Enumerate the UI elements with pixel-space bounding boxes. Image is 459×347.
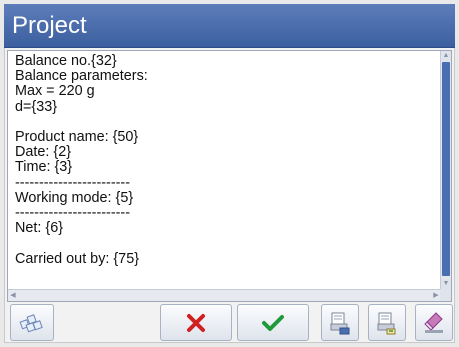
confirm-button[interactable]	[237, 304, 309, 341]
project-text-editor[interactable]: Balance no.{32} Balance parameters: Max = …	[7, 50, 452, 302]
cancel-button[interactable]	[160, 304, 232, 341]
window-title: Project	[4, 4, 455, 48]
import-template-button[interactable]	[368, 304, 406, 341]
bottom-toolbar	[4, 304, 455, 343]
scroll-down-arrow-icon[interactable]: ▼	[441, 279, 451, 289]
template-line: Balance parameters:	[15, 68, 148, 85]
cancel-icon	[187, 313, 205, 332]
scroll-left-arrow-icon[interactable]: ◀	[8, 290, 18, 301]
print-to-pc-icon	[330, 312, 350, 334]
template-line: Carried out by: {75}	[15, 250, 139, 267]
confirm-icon	[262, 314, 284, 331]
template-line: d={33}	[15, 98, 58, 115]
import-template-icon	[377, 312, 396, 334]
horizontal-scrollbar[interactable]: ◀ ▶	[8, 289, 441, 301]
variables-button[interactable]	[10, 304, 54, 341]
template-line: Time: {3}	[15, 159, 73, 176]
template-line: Working mode: {5}	[15, 189, 134, 206]
vertical-scrollbar[interactable]: ▲ ▼	[440, 51, 451, 289]
template-line: Date: {2}	[15, 144, 72, 161]
template-line: ------------------------	[15, 205, 131, 222]
clear-button[interactable]	[415, 304, 453, 341]
template-text-area[interactable]: Balance no.{32} Balance parameters: Max = …	[8, 51, 441, 289]
print-to-pc-button[interactable]	[321, 304, 359, 341]
variables-icon	[19, 313, 43, 332]
template-line: Balance no.{32}	[15, 53, 117, 69]
template-line: Product name: {50}	[15, 129, 139, 146]
clear-eraser-icon	[424, 311, 443, 333]
template-line	[15, 115, 441, 130]
scroll-up-arrow-icon[interactable]: ▲	[441, 51, 451, 61]
template-line	[15, 236, 441, 251]
template-line: ------------------------	[15, 174, 131, 191]
template-line: Max = 220 g	[15, 83, 95, 100]
vertical-scroll-thumb[interactable]	[442, 62, 450, 276]
template-line: Net: {6}	[15, 220, 64, 237]
scrollbar-corner	[440, 289, 451, 301]
